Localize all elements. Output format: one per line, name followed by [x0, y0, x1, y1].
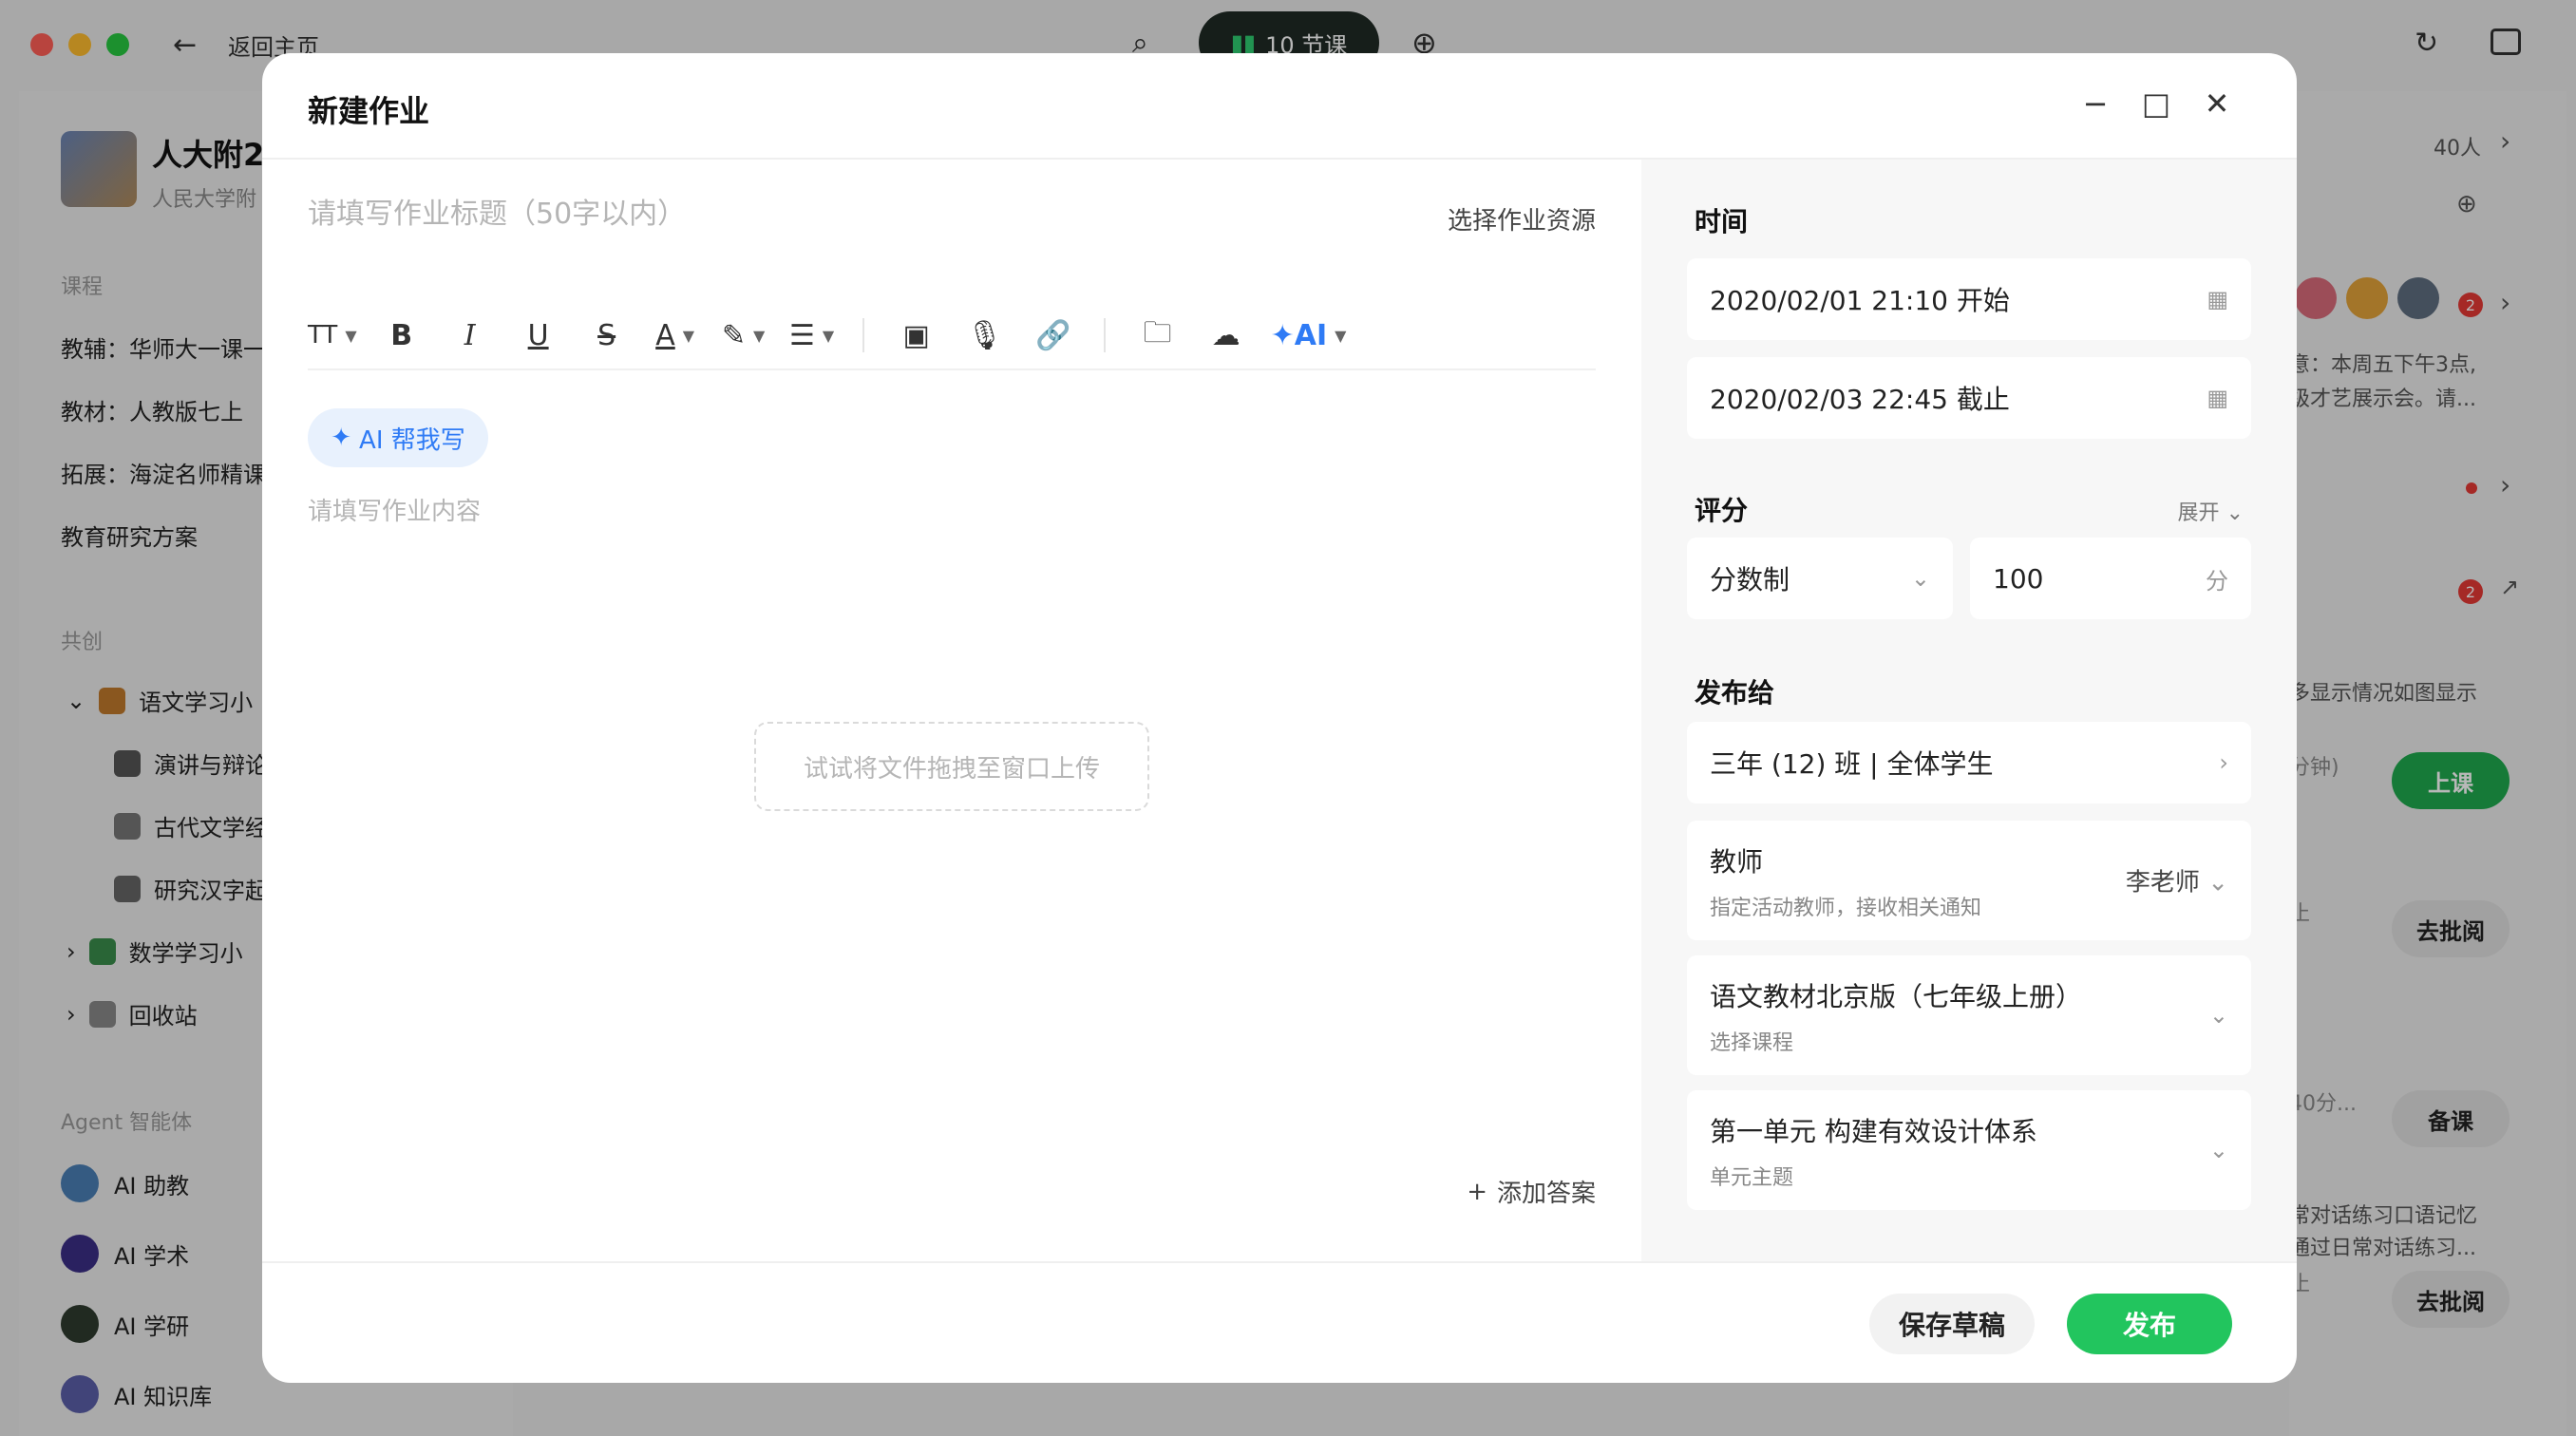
- modal-header: 新建作业 − □ ✕: [262, 53, 2297, 160]
- italic-icon: I: [464, 318, 476, 352]
- text-size-icon: TT: [308, 321, 338, 350]
- strikethrough-button[interactable]: S: [583, 309, 631, 362]
- strikethrough-icon: S: [597, 318, 616, 352]
- chevron-right-icon: ›: [2219, 749, 2228, 776]
- text-size-button[interactable]: TT ▼: [308, 309, 357, 362]
- course-field[interactable]: 语文教材北京版（七年级上册） 选择课程 ⌄: [1687, 955, 2251, 1075]
- highlight-button[interactable]: ✎ ▼: [720, 309, 767, 362]
- file-drop-zone[interactable]: 试试将文件拖拽至窗口上传: [754, 722, 1149, 811]
- caret-down-icon: ▼: [682, 326, 695, 345]
- underline-icon: U: [527, 318, 549, 352]
- editor-pane: 选择作业资源 TT▼ B I U S A▼ ✎▼: [262, 160, 1641, 1261]
- sparkle-icon: ✦: [331, 424, 352, 452]
- score-label: 评分: [1695, 495, 1749, 526]
- chevron-down-icon: ⌄: [2208, 1137, 2228, 1163]
- insert-link-button[interactable]: 🔗: [1030, 309, 1077, 362]
- assignment-title-input[interactable]: [308, 198, 1305, 231]
- link-icon: 🔗: [1034, 318, 1071, 352]
- modal-footer: 保存草稿 发布: [262, 1261, 2297, 1383]
- course-value: 语文教材北京版（七年级上册）: [1710, 981, 2083, 1012]
- bold-icon: B: [390, 318, 413, 352]
- calendar-icon: ▦: [2207, 385, 2228, 411]
- maximize-icon[interactable]: □: [2137, 85, 2175, 122]
- expand-toggle[interactable]: 展开 ⌄: [2178, 496, 2244, 526]
- list-button[interactable]: ☰ ▼: [788, 309, 836, 362]
- minimize-icon[interactable]: −: [2076, 85, 2114, 122]
- teacher-select[interactable]: 李老师 ⌄: [2126, 863, 2228, 898]
- time-label: 时间: [1695, 206, 1749, 237]
- cloud-icon: ☁: [1211, 318, 1241, 352]
- course-hint: 选择课程: [1710, 1031, 1794, 1055]
- add-answer-button[interactable]: + 添加答案: [1467, 1174, 1596, 1209]
- score-type-value: 分数制: [1710, 564, 1790, 595]
- ai-menu-button[interactable]: ✦ AI ▼: [1271, 309, 1347, 362]
- toolbar-divider: [1103, 318, 1106, 352]
- chevron-down-icon: ⌄: [2226, 501, 2244, 525]
- insert-audio-button[interactable]: 🎙: [961, 309, 1009, 362]
- caret-down-icon: ▼: [345, 326, 357, 345]
- font-color-icon: A: [655, 318, 675, 352]
- unit-field[interactable]: 第一单元 构建有效设计体系 单元主题 ⌄: [1687, 1090, 2251, 1210]
- new-assignment-modal: 新建作业 − □ ✕ 选择作业资源 TT▼ B I U S A▼: [262, 53, 2297, 1383]
- unit-hint: 单元主题: [1710, 1166, 1794, 1190]
- teacher-value: 李老师: [2125, 868, 2200, 898]
- modal-title: 新建作业: [308, 93, 430, 129]
- ai-help-label: AI 帮我写: [359, 425, 465, 455]
- content-placeholder[interactable]: 请填写作业内容: [308, 492, 481, 527]
- add-answer-label: 添加答案: [1496, 1180, 1596, 1208]
- end-time-field[interactable]: 2020/02/03 22:45 截止 ▦: [1687, 357, 2251, 439]
- unit-value: 第一单元 构建有效设计体系: [1710, 1116, 2037, 1147]
- close-icon[interactable]: ✕: [2198, 85, 2236, 122]
- chevron-down-icon: ⌄: [1910, 565, 1930, 592]
- select-resource-link[interactable]: 选择作业资源: [1448, 201, 1596, 236]
- publish-target-value: 三年 (12) 班 | 全体学生: [1710, 748, 1994, 780]
- calendar-icon: ▦: [2207, 286, 2228, 312]
- end-time-value: 2020/02/03 22:45 截止: [1710, 384, 2010, 415]
- microphone-icon: 🎙: [966, 318, 1003, 352]
- highlighter-icon: ✎: [721, 318, 747, 352]
- underline-button[interactable]: U: [515, 309, 562, 362]
- chevron-down-icon: ⌄: [2208, 1002, 2228, 1029]
- teacher-field[interactable]: 教师 指定活动教师，接收相关通知 李老师 ⌄: [1687, 821, 2251, 940]
- insert-folder-button[interactable]: 🗀: [1134, 309, 1182, 362]
- italic-button[interactable]: I: [446, 309, 494, 362]
- plus-icon: +: [1467, 1177, 1487, 1206]
- caret-down-icon: ▼: [822, 326, 835, 345]
- score-type-select[interactable]: 分数制 ⌄: [1687, 538, 1953, 619]
- list-icon: ☰: [789, 318, 815, 352]
- image-icon: ▣: [902, 318, 930, 352]
- chevron-down-icon: ⌄: [2207, 868, 2228, 898]
- settings-pane: 时间 2020/02/01 21:10 开始 ▦ 2020/02/03 22:4…: [1641, 160, 2297, 1261]
- ai-help-write-button[interactable]: ✦ AI 帮我写: [308, 408, 488, 467]
- toolbar-divider: [862, 318, 864, 352]
- publish-to-label: 发布给: [1695, 677, 1775, 709]
- expand-label: 展开: [2177, 501, 2220, 525]
- start-time-value: 2020/02/01 21:10 开始: [1710, 285, 2010, 316]
- caret-down-icon: ▼: [753, 326, 766, 345]
- caret-down-icon: ▼: [1335, 326, 1347, 345]
- sparkle-icon: ✦: [1270, 318, 1295, 352]
- publish-button[interactable]: 发布: [2067, 1294, 2232, 1354]
- start-time-field[interactable]: 2020/02/01 21:10 开始 ▦: [1687, 258, 2251, 340]
- save-draft-button[interactable]: 保存草稿: [1869, 1294, 2035, 1354]
- cloud-button[interactable]: ☁: [1203, 309, 1250, 362]
- score-value-input[interactable]: 100 分: [1970, 538, 2251, 619]
- insert-image-button[interactable]: ▣: [893, 309, 940, 362]
- ai-label: AI: [1294, 318, 1328, 352]
- score-unit: 分: [2206, 567, 2228, 595]
- publish-target-field[interactable]: 三年 (12) 班 | 全体学生 ›: [1687, 722, 2251, 803]
- font-color-button[interactable]: A ▼: [652, 309, 699, 362]
- bold-button[interactable]: B: [378, 309, 426, 362]
- score-value: 100: [1993, 562, 2044, 595]
- folder-icon: 🗀: [1143, 315, 1172, 350]
- editor-toolbar: TT ▼ B I U S A ▼ ✎ ▼ ☰ ▼ ▣ 🎙 🔗 🗀 ☁ ✦ AI …: [308, 302, 1596, 370]
